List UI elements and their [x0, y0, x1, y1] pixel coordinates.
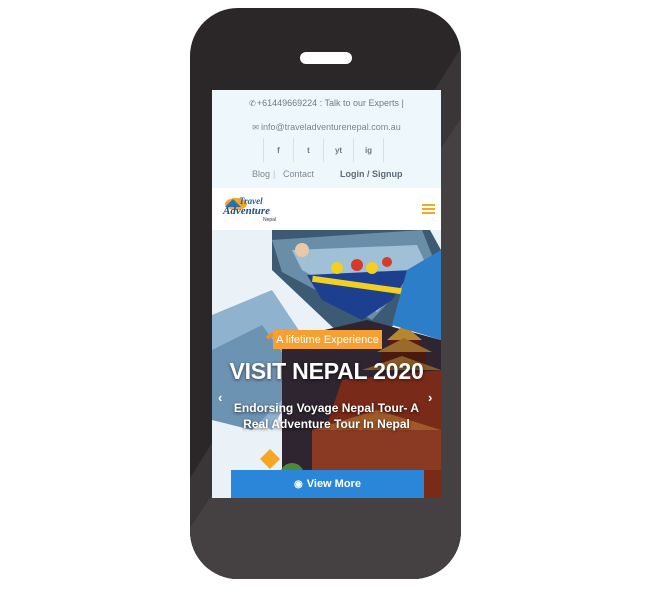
eye-icon: ◉ — [294, 478, 303, 490]
travel-adventure-logo[interactable]: Travel Adventure Nepal — [221, 193, 281, 223]
chevron-right-icon[interactable]: › — [428, 390, 432, 405]
hero-subtitle: Endorsing Voyage Nepal Tour- A Real Adve… — [233, 401, 420, 431]
phone-speaker — [300, 52, 352, 64]
facebook-icon[interactable]: f — [263, 138, 293, 162]
view-more-label: View More — [306, 478, 361, 490]
login-signup-link[interactable]: Login / Signup — [340, 169, 403, 179]
email-contact-text: info@traveladventurenepal.com.au — [260, 122, 401, 132]
mail-icon: ✉ — [252, 123, 259, 132]
logo-line2: Adventure — [222, 205, 270, 217]
twitter-icon[interactable]: t — [293, 138, 323, 162]
contact-link[interactable]: Contact — [283, 169, 314, 179]
chevron-left-icon[interactable]: ‹ — [218, 390, 222, 405]
social-links: f t yt ig — [263, 138, 384, 162]
youtube-icon[interactable]: yt — [323, 138, 353, 162]
hero-title: VISIT NEPAL 2020 — [229, 358, 424, 384]
phone-contact-text: +61449669224 : Talk to our Experts | — [256, 98, 404, 108]
phone-screen: ✆+61449669224 : Talk to our Experts | ✉ i… — [212, 90, 441, 498]
instagram-icon[interactable]: ig — [353, 138, 384, 162]
hamburger-menu-icon[interactable] — [422, 204, 435, 214]
top-info-bar: ✆+61449669224 : Talk to our Experts | ✉ i… — [212, 90, 441, 188]
email-contact[interactable]: ✉ info@traveladventurenepal.com.au — [212, 122, 441, 132]
view-more-button[interactable]: ◉ View More — [231, 470, 424, 498]
site-header: Travel Adventure Nepal — [212, 188, 441, 230]
phone-icon: ✆ — [249, 99, 256, 108]
blog-link[interactable]: Blog — [252, 169, 270, 179]
phone-contact[interactable]: ✆+61449669224 : Talk to our Experts | — [212, 98, 441, 108]
logo-line3: Nepal — [263, 217, 276, 223]
hero-slider: A lifetime Experience VISIT NEPAL 2020 E… — [212, 230, 441, 498]
link-separator: | — [273, 169, 276, 179]
hero-badge: A lifetime Experience — [273, 330, 382, 349]
